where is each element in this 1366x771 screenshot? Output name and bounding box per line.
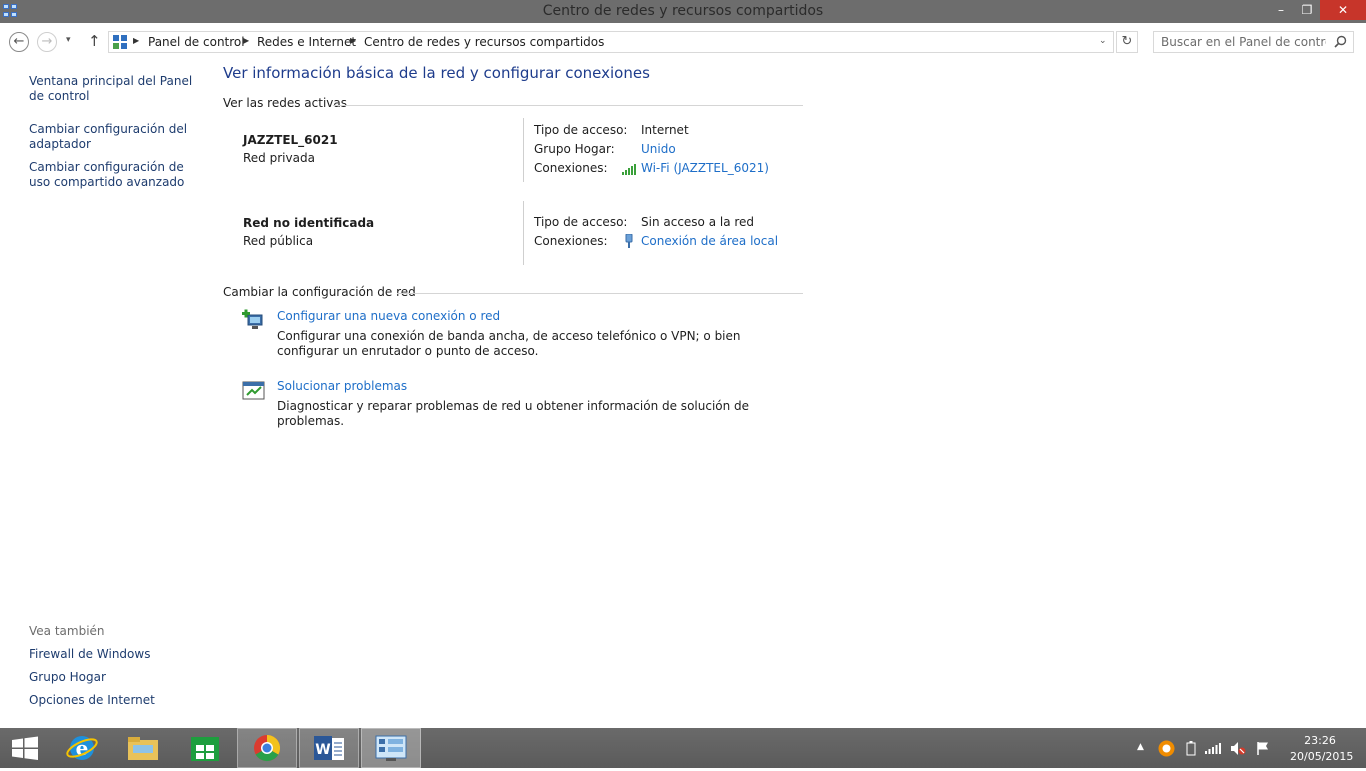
control-panel-icon [375, 735, 407, 761]
clock-time[interactable]: 23:26 [1290, 734, 1350, 747]
breadcrumb-separator[interactable]: ▶ [350, 36, 356, 45]
breadcrumb-separator[interactable]: ▶ [243, 36, 249, 45]
link-internet-options[interactable]: Opciones de Internet [29, 693, 204, 708]
connections-label: Conexiones: [534, 161, 608, 175]
breadcrumb-redes-e-internet[interactable]: Redes e Internet [257, 35, 356, 49]
divider [523, 118, 524, 182]
store-button[interactable] [175, 728, 235, 768]
access-type-label: Tipo de acceso: [534, 215, 628, 229]
divider [397, 293, 803, 294]
new-connection-icon [242, 309, 263, 329]
left-navigation-pane: Ventana principal del Panel de control C… [0, 59, 215, 728]
minimize-button[interactable]: – [1268, 0, 1294, 20]
local-area-connection-link[interactable]: Conexión de área local [641, 234, 778, 248]
see-also-heading: Vea también [29, 624, 105, 638]
file-explorer-button[interactable] [113, 728, 173, 768]
access-type-value: Internet [641, 123, 689, 137]
link-windows-firewall[interactable]: Firewall de Windows [29, 647, 204, 662]
address-bar[interactable]: ▶ Panel de control ▶ Redes e Internet ▶ … [108, 31, 1114, 53]
homegroup-link[interactable]: Unido [641, 142, 676, 156]
chrome-icon [254, 734, 281, 762]
access-type-value: Sin acceso a la red [641, 215, 755, 229]
back-button[interactable]: ← [9, 32, 29, 52]
title-bar: Centro de redes y recursos compartidos –… [0, 0, 1366, 23]
restore-button[interactable]: ❐ [1294, 0, 1320, 20]
word-button[interactable]: W [299, 728, 359, 768]
search-input[interactable] [1161, 35, 1326, 49]
internet-explorer-button[interactable]: e [52, 728, 112, 768]
address-toolbar: ← → ▾ ↑ ▶ Panel de control ▶ Redes e Int… [0, 23, 1366, 59]
chevron-down-icon[interactable]: ⌄ [1099, 36, 1107, 46]
link-advanced-sharing-settings[interactable]: Cambiar configuración de uso compartido … [29, 160, 204, 190]
svg-text:W: W [315, 742, 330, 758]
start-button[interactable] [0, 728, 60, 768]
chrome-button[interactable] [237, 728, 297, 768]
control-panel-button[interactable] [361, 728, 421, 768]
setup-new-connection-description: Configurar una conexión de banda ancha, … [277, 329, 741, 358]
link-control-panel-home[interactable]: Ventana principal del Panel de control [29, 74, 204, 104]
link-homegroup[interactable]: Grupo Hogar [29, 670, 204, 685]
search-icon[interactable] [1334, 35, 1347, 48]
window-title: Centro de redes y recursos compartidos [542, 3, 824, 19]
file-explorer-icon [128, 737, 158, 760]
ethernet-plug-icon [625, 234, 633, 248]
network-signal-icon[interactable] [1205, 741, 1221, 755]
wifi-connection-link[interactable]: Wi-Fi (JAZZTEL_6021) [641, 161, 769, 175]
access-type-label: Tipo de acceso: [534, 123, 628, 137]
refresh-button[interactable]: ↻ [1116, 31, 1138, 53]
wifi-signal-icon [622, 164, 636, 175]
close-button[interactable]: ✕ [1320, 0, 1366, 20]
start-icon [12, 736, 38, 760]
recent-locations-button[interactable]: ▾ [66, 35, 71, 45]
link-change-adapter-settings[interactable]: Cambiar configuración del adaptador [29, 122, 204, 152]
network-category: Red pública [243, 234, 314, 248]
control-panel-icon [113, 35, 127, 49]
breadcrumb-centro-de-redes[interactable]: Centro de redes y recursos compartidos [364, 35, 604, 49]
change-network-settings-heading: Cambiar la configuración de red [223, 285, 416, 299]
action-center-flag-icon[interactable] [1256, 741, 1270, 756]
volume-muted-icon[interactable] [1230, 741, 1246, 756]
breadcrumb-panel-de-control[interactable]: Panel de control [148, 35, 245, 49]
connections-label: Conexiones: [534, 234, 608, 248]
page-title: Ver información básica de la red y confi… [223, 64, 650, 82]
network-name: Red no identificada [243, 216, 375, 230]
battery-icon[interactable] [1186, 741, 1196, 756]
word-icon: W [314, 736, 344, 760]
show-hidden-icons-button[interactable]: ▲ [1137, 742, 1144, 752]
main-content: Ver información básica de la red y confi… [223, 59, 923, 728]
internet-explorer-icon: e [66, 736, 98, 760]
taskbar: e W ▲ 23:26 20/05/2015 [0, 728, 1366, 768]
store-icon [191, 737, 219, 761]
homegroup-label: Grupo Hogar: [534, 142, 615, 156]
setup-new-connection-link[interactable]: Configurar una nueva conexión o red [277, 309, 500, 323]
forward-button[interactable]: → [37, 32, 57, 52]
network-category: Red privada [243, 151, 315, 165]
troubleshoot-icon [242, 381, 265, 400]
troubleshoot-description: Diagnosticar y reparar problemas de red … [277, 399, 750, 428]
breadcrumb-separator[interactable]: ▶ [133, 36, 139, 45]
search-box[interactable] [1153, 31, 1354, 53]
clock-date[interactable]: 20/05/2015 [1290, 750, 1353, 763]
network-name: JAZZTEL_6021 [243, 133, 338, 147]
troubleshoot-link[interactable]: Solucionar problemas [277, 379, 407, 393]
divider [523, 201, 524, 265]
up-button[interactable]: ↑ [88, 32, 101, 50]
active-networks-heading: Ver las redes activas [223, 96, 347, 110]
divider [333, 105, 803, 106]
avast-tray-icon[interactable] [1158, 740, 1175, 757]
